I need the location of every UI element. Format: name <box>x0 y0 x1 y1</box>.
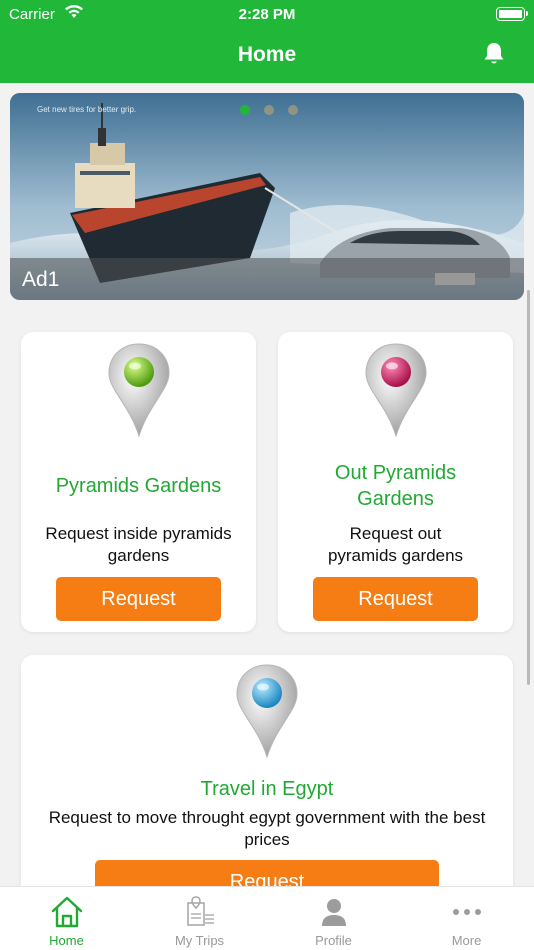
service-card-pyramids-gardens[interactable]: Pyramids Gardens Request inside pyramids… <box>21 332 256 632</box>
card-title: Out Pyramids Gardens <box>334 462 457 510</box>
service-card-travel-in-egypt[interactable]: Travel in Egypt Request to move throught… <box>21 655 513 905</box>
tab-profile[interactable]: Profile <box>267 887 400 950</box>
tab-label: Profile <box>315 933 352 948</box>
trips-icon <box>186 896 214 926</box>
page-dot[interactable] <box>240 105 250 115</box>
ad-label: Ad1 <box>22 268 60 291</box>
map-pin-icon <box>108 343 170 438</box>
home-icon <box>51 896 82 928</box>
tab-label: More <box>451 933 482 948</box>
status-bar: Carrier 2:28 PM <box>0 0 534 30</box>
ad-page-indicator[interactable] <box>240 105 298 115</box>
scrollbar[interactable] <box>527 290 530 685</box>
request-button[interactable]: Request <box>56 577 221 621</box>
tab-more[interactable]: More <box>400 887 533 950</box>
page-dot[interactable] <box>288 105 298 115</box>
app-header: Carrier 2:28 PM Home <box>0 0 534 83</box>
page-title: Home <box>237 43 297 66</box>
card-title: Travel in Egypt <box>200 778 334 800</box>
tab-label: Home <box>49 933 84 948</box>
card-title: Pyramids Gardens <box>55 475 222 497</box>
map-pin-icon <box>236 664 298 759</box>
bell-icon[interactable] <box>482 41 506 67</box>
tab-home[interactable]: Home <box>0 887 133 950</box>
page-dot[interactable] <box>264 105 274 115</box>
ad-tagline: Get new tires for better grip. <box>37 105 137 114</box>
request-button[interactable]: Request <box>313 577 478 621</box>
ad-caption-bar <box>10 258 524 300</box>
profile-icon <box>321 899 346 926</box>
tab-my-trips[interactable]: My Trips <box>133 887 266 950</box>
service-card-out-pyramids-gardens[interactable]: Out Pyramids Gardens Request out pyramid… <box>278 332 513 632</box>
map-pin-icon <box>365 343 427 438</box>
card-description: Request inside pyramids gardens <box>45 524 232 565</box>
more-icon <box>452 909 481 915</box>
tab-bar: Home My Trips Profile More <box>0 886 534 950</box>
home-screen: Carrier 2:28 PM Home Get new tires for b… <box>0 0 534 950</box>
battery-icon <box>496 7 528 21</box>
card-description: Request out pyramids gardens <box>327 524 464 565</box>
ad-banner[interactable]: Get new tires for better grip. Ad1 <box>10 93 524 300</box>
card-description: Request to move throught egypt governmen… <box>48 808 486 849</box>
tab-label: My Trips <box>174 933 225 948</box>
clock: 2:28 PM <box>238 6 296 23</box>
